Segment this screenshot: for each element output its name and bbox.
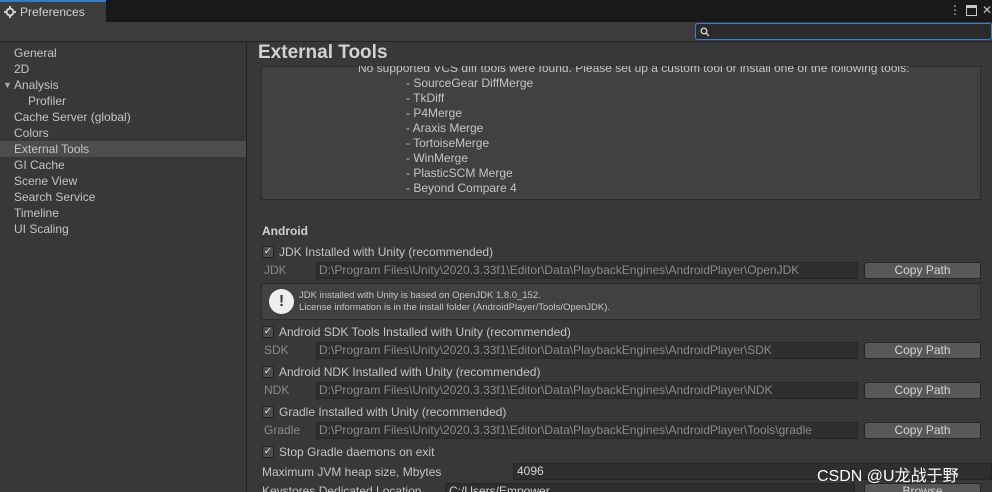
search-icon bbox=[700, 26, 710, 40]
vcs-tool: - TkDiff bbox=[406, 91, 445, 105]
vcs-tool: - SourceGear DiffMerge bbox=[406, 76, 534, 90]
kebab-menu-icon[interactable]: ⋮ bbox=[948, 2, 962, 18]
sidebar-item-cache-server[interactable]: Cache Server (global) bbox=[0, 109, 246, 125]
ndk-checkbox-row[interactable]: ✓ Android NDK Installed with Unity (reco… bbox=[262, 364, 540, 380]
jvm-heap-label: Maximum JVM heap size, Mbytes bbox=[262, 465, 442, 479]
sidebar-item-ui-scaling[interactable]: UI Scaling bbox=[0, 221, 246, 237]
watermark: CSDN @U龙战于野 bbox=[817, 468, 959, 485]
vcs-tool: - Araxis Merge bbox=[406, 121, 484, 135]
tab-label: Preferences bbox=[20, 5, 85, 19]
sidebar-item-2d[interactable]: 2D bbox=[0, 61, 246, 77]
checkmark-icon[interactable]: ✓ bbox=[262, 406, 274, 418]
ndk-copy-path-button[interactable]: Copy Path bbox=[864, 382, 981, 399]
sidebar: General 2D ▼ Analysis Profiler Cache Ser… bbox=[0, 42, 247, 492]
checkmark-icon[interactable]: ✓ bbox=[262, 326, 274, 338]
info-line: License information is in the install fo… bbox=[299, 302, 611, 313]
ndk-label: NDK bbox=[264, 383, 290, 397]
checkmark-icon[interactable]: ✓ bbox=[262, 246, 274, 258]
page-title: External Tools bbox=[258, 42, 388, 63]
vcs-tool: - PlasticSCM Merge bbox=[406, 166, 513, 180]
jdk-checkbox-row[interactable]: ✓ JDK Installed with Unity (recommended) bbox=[262, 244, 493, 260]
gradle-label: Gradle bbox=[264, 423, 301, 437]
stop-gradle-checkbox-row[interactable]: ✓ Stop Gradle daemons on exit bbox=[262, 444, 434, 460]
triangle-down-icon[interactable]: ▼ bbox=[3, 77, 12, 93]
sidebar-item-search-service[interactable]: Search Service bbox=[0, 189, 246, 205]
preferences-tab[interactable]: Preferences bbox=[0, 0, 106, 22]
keystores-label: Keystores Dedicated Location bbox=[262, 484, 422, 492]
close-icon[interactable]: ✕ bbox=[980, 2, 992, 18]
vcs-help-box: No supported VCS diff tools were found. … bbox=[261, 61, 981, 200]
gradle-path-field[interactable]: D:\Program Files\Unity\2020.3.33f1\Edito… bbox=[316, 422, 858, 439]
sidebar-item-external-tools[interactable]: External Tools bbox=[0, 141, 246, 157]
gradle-checkbox-row[interactable]: ✓ Gradle Installed with Unity (recommend… bbox=[262, 404, 506, 420]
checkmark-icon[interactable]: ✓ bbox=[262, 446, 274, 458]
gradle-copy-path-button[interactable]: Copy Path bbox=[864, 422, 981, 439]
jdk-info-box: ! JDK installed with Unity is based on O… bbox=[261, 283, 981, 320]
sdk-copy-path-button[interactable]: Copy Path bbox=[864, 342, 981, 359]
ndk-checkbox-label: Android NDK Installed with Unity (recomm… bbox=[279, 365, 541, 379]
sidebar-item-timeline[interactable]: Timeline bbox=[0, 205, 246, 221]
ndk-path-field[interactable]: D:\Program Files\Unity\2020.3.33f1\Edito… bbox=[316, 382, 858, 399]
vcs-tool: - Beyond Compare 4 bbox=[406, 181, 517, 195]
jdk-copy-path-button[interactable]: Copy Path bbox=[864, 262, 981, 279]
sidebar-item-general[interactable]: General bbox=[0, 45, 246, 61]
vcs-tool: - WinMerge bbox=[406, 151, 469, 165]
android-section-label: Android bbox=[262, 224, 308, 238]
sdk-checkbox-label: Android SDK Tools Installed with Unity (… bbox=[279, 325, 571, 339]
sdk-label: SDK bbox=[264, 343, 289, 357]
maximize-icon[interactable] bbox=[964, 2, 978, 18]
sidebar-item-scene-view[interactable]: Scene View bbox=[0, 173, 246, 189]
toolbar bbox=[0, 22, 992, 42]
gradle-checkbox-label: Gradle Installed with Unity (recommended… bbox=[279, 405, 507, 419]
info-line: JDK installed with Unity is based on Ope… bbox=[299, 290, 541, 301]
sdk-checkbox-row[interactable]: ✓ Android SDK Tools Installed with Unity… bbox=[262, 324, 571, 340]
stop-gradle-checkbox-label: Stop Gradle daemons on exit bbox=[279, 445, 435, 459]
info-exclamation-icon: ! bbox=[269, 289, 294, 314]
gear-icon bbox=[4, 6, 16, 18]
title-bar: Preferences ⋮ ✕ bbox=[0, 0, 992, 22]
sidebar-item-gi-cache[interactable]: GI Cache bbox=[0, 157, 246, 173]
vcs-tool: - P4Merge bbox=[406, 106, 463, 120]
sidebar-item-profiler[interactable]: Profiler bbox=[0, 93, 246, 109]
vcs-tool: - TortoiseMerge bbox=[406, 136, 490, 150]
jdk-label: JDK bbox=[264, 263, 287, 277]
jdk-checkbox-label: JDK Installed with Unity (recommended) bbox=[279, 245, 494, 259]
sdk-path-field[interactable]: D:\Program Files\Unity\2020.3.33f1\Edito… bbox=[316, 342, 858, 359]
sidebar-item-analysis[interactable]: ▼ Analysis bbox=[0, 77, 246, 93]
checkmark-icon[interactable]: ✓ bbox=[262, 366, 274, 378]
sidebar-item-label: Analysis bbox=[14, 78, 59, 92]
main-panel: No supported VCS diff tools were found. … bbox=[248, 42, 992, 492]
jdk-path-field[interactable]: D:\Program Files\Unity\2020.3.33f1\Edito… bbox=[316, 262, 858, 279]
sidebar-item-colors[interactable]: Colors bbox=[0, 125, 246, 141]
search-input[interactable] bbox=[695, 23, 992, 40]
keystores-field[interactable]: C:/Users/Empower bbox=[445, 483, 855, 492]
